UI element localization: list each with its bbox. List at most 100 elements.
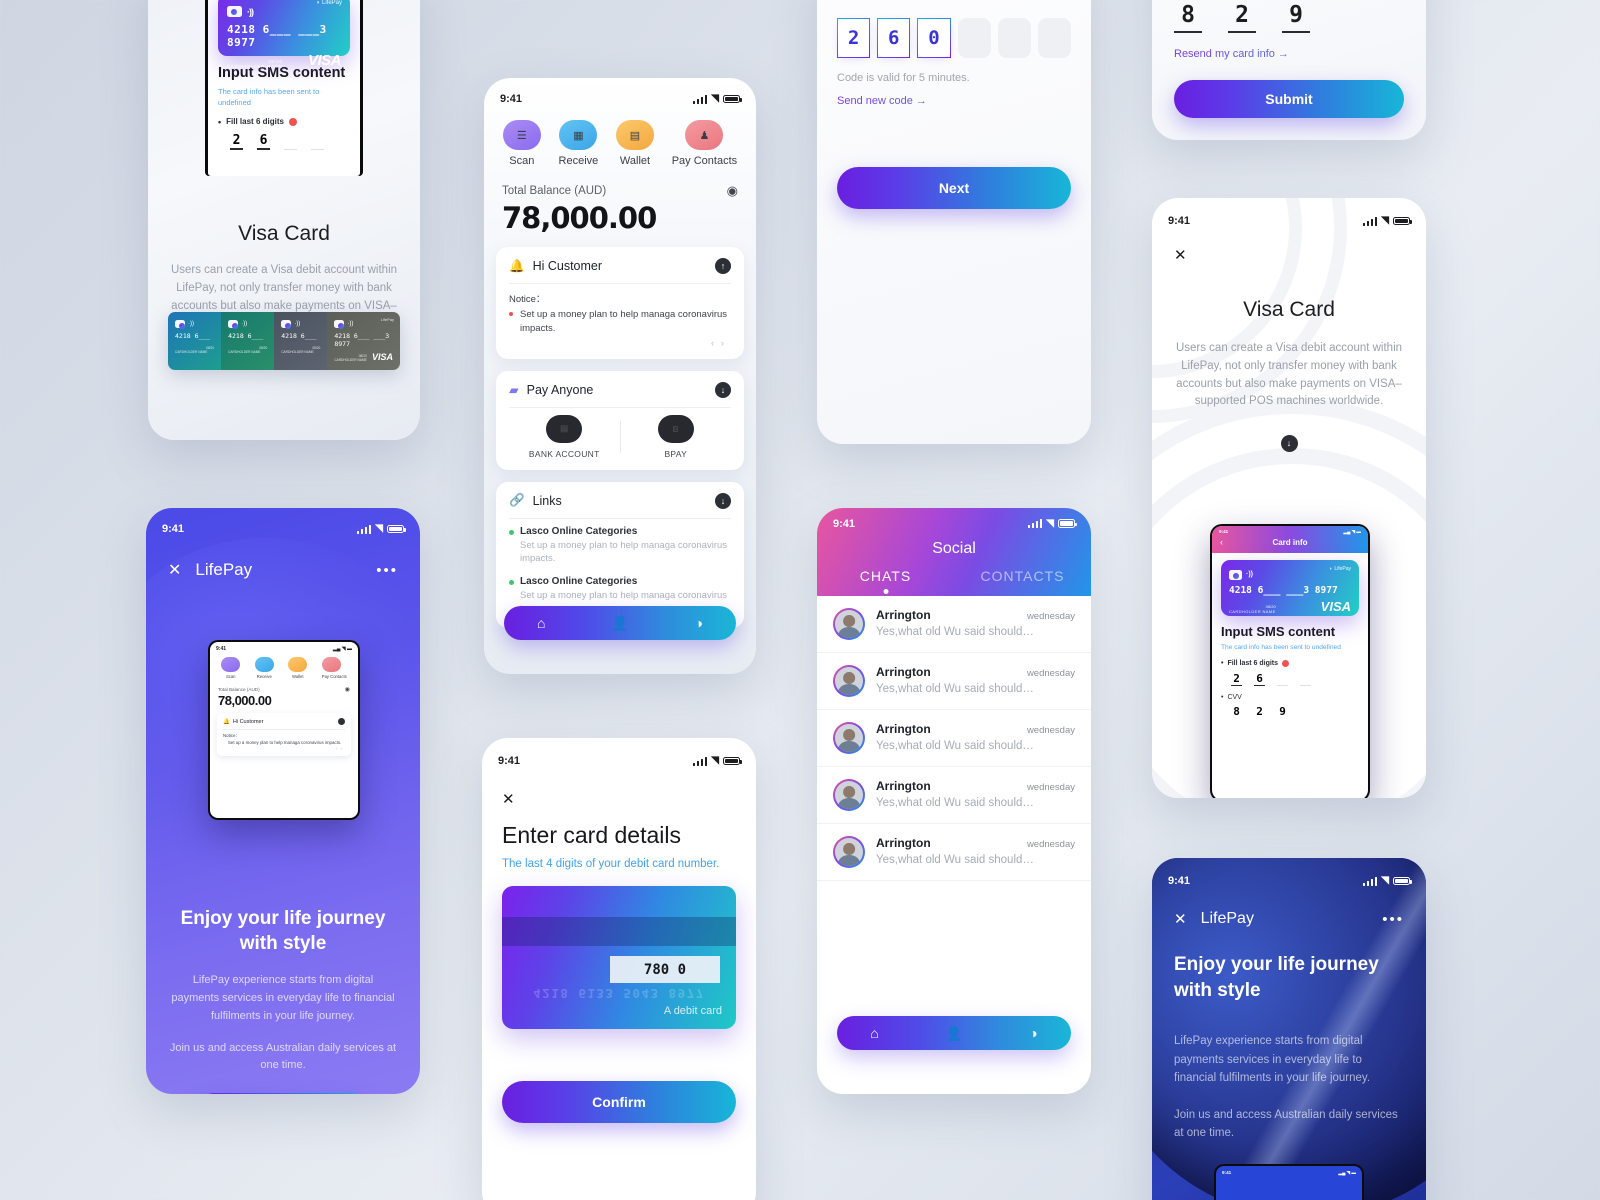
status-bar: 9:41 ◥ bbox=[817, 508, 1091, 530]
chat-time: wednesday bbox=[1026, 839, 1075, 850]
digit-input[interactable]: 6 bbox=[1254, 672, 1265, 686]
cvv-digits[interactable]: 8 2 9 bbox=[1174, 2, 1404, 33]
link-item-title[interactable]: Lasco Online Categories bbox=[509, 526, 731, 537]
pay-contacts-icon: ♟ bbox=[685, 120, 724, 150]
code-digit[interactable] bbox=[997, 18, 1031, 58]
fill-digits-label: • Fill last 6 digits bbox=[1221, 659, 1359, 667]
pay-option-bpay[interactable]: B BPAY bbox=[621, 414, 732, 459]
card-details-heading: Enter card details bbox=[502, 822, 681, 848]
app-store-button[interactable]: App Store bbox=[196, 1093, 370, 1094]
onboarding-heading: Enjoy your life journey with style bbox=[180, 908, 386, 955]
confirm-button[interactable]: Confirm bbox=[502, 1081, 736, 1123]
quick-action-pay-contacts[interactable]: ♟ Pay Contacts bbox=[672, 120, 737, 167]
battery-icon bbox=[1393, 216, 1412, 226]
more-options-icon[interactable]: ••• bbox=[376, 562, 398, 579]
expand-icon[interactable]: ↓ bbox=[715, 381, 731, 398]
cvv-digit[interactable]: 8 bbox=[1231, 705, 1242, 718]
wifi-icon: ◥ bbox=[1381, 875, 1389, 886]
visa-card-graphic: ◗ LifePay ·)) 4218 6___ ___3 8977 08/20 C… bbox=[1221, 560, 1359, 616]
chat-list-item[interactable]: Arrington wednesday Yes,what old Wu said s… bbox=[817, 710, 1091, 767]
close-icon[interactable]: ✕ bbox=[168, 560, 181, 580]
digit-input[interactable]: 6 bbox=[257, 133, 270, 150]
quick-action-wallet[interactable]: ▤ Wallet bbox=[616, 120, 654, 167]
battery-icon bbox=[1393, 876, 1412, 886]
notice-greeting: Hi Customer bbox=[532, 259, 603, 273]
digit-inputs[interactable]: 2 6 bbox=[230, 133, 350, 150]
app-name: LifePay bbox=[1200, 910, 1254, 927]
chat-list-item[interactable]: Arrington wednesday Yes,what old Wu said s… bbox=[817, 767, 1091, 824]
scan-tab-icon[interactable]: ◑ bbox=[1029, 1025, 1037, 1041]
digit-input[interactable]: 2 bbox=[230, 133, 243, 150]
resend-card-info-link[interactable]: Resend my card info → bbox=[1174, 48, 1404, 60]
cvv-digit[interactable]: 9 bbox=[1277, 705, 1288, 718]
bank-account-icon: ▤ bbox=[546, 414, 583, 443]
balance-value: 78,000.00 bbox=[218, 693, 272, 708]
expand-icon[interactable]: ↓ bbox=[715, 492, 731, 509]
code-digit[interactable] bbox=[957, 18, 991, 58]
profile-icon[interactable]: 👤 bbox=[611, 615, 628, 632]
scroll-down-icon[interactable]: ↓ bbox=[1280, 434, 1298, 452]
status-bar: 9:41 ◥ bbox=[146, 518, 420, 540]
card-variant: ·)) 4218 6___ 08/20 CARDHOLDER NAME bbox=[274, 312, 328, 370]
code-digit[interactable] bbox=[1037, 18, 1071, 58]
card-number: 4218 6___ ___3 8977 bbox=[1229, 584, 1338, 596]
social-screen-panel: 9:41 ◥ Social CHATS CONTACTS Arrington we… bbox=[817, 508, 1091, 1094]
collapse-icon[interactable]: ↑ bbox=[715, 258, 731, 274]
visa-logo: VISA bbox=[307, 52, 342, 69]
status-bar: 9:41 ◥ bbox=[1152, 210, 1426, 232]
tab-contacts[interactable]: CONTACTS bbox=[954, 568, 1091, 584]
tab-chats[interactable]: CHATS bbox=[817, 568, 954, 594]
close-icon[interactable]: ✕ bbox=[1152, 232, 1426, 264]
close-icon[interactable]: ✕ bbox=[1174, 910, 1187, 928]
back-icon[interactable]: ‹ bbox=[1220, 537, 1223, 547]
bottom-tab-bar[interactable]: ⌂ 👤 ◑ bbox=[504, 606, 736, 640]
notice-pager[interactable]: ‹› bbox=[509, 338, 731, 348]
app-name: LifePay bbox=[195, 560, 253, 579]
cvv-digit[interactable]: 2 bbox=[1228, 2, 1256, 33]
debit-card-graphic: 780 0 4218 6133 5043 8977 A debit card bbox=[502, 886, 736, 1029]
code-digit[interactable]: 6 bbox=[877, 18, 911, 58]
pay-option-bank-account[interactable]: ▤ BANK ACCOUNT bbox=[509, 414, 620, 459]
preview-phone-mockup: 9:41 ▂▄ ◥ ▬ bbox=[1214, 1164, 1364, 1200]
cvv-digit[interactable]: 2 bbox=[1254, 705, 1265, 718]
chat-message: Yes,what old Wu said should… bbox=[876, 797, 1034, 809]
more-options-icon[interactable]: ••• bbox=[1382, 911, 1404, 928]
cvv-inputs[interactable]: 8 2 9 bbox=[1231, 705, 1359, 718]
chat-list-item[interactable]: Arrington wednesday Yes,what old Wu said s… bbox=[817, 653, 1091, 710]
onboarding-paragraph-1: LifePay experience starts from digital p… bbox=[1174, 1035, 1371, 1085]
submit-button[interactable]: Submit bbox=[1174, 80, 1404, 118]
pay-anyone-card: ▰ Pay Anyone ↓ ▤ BANK ACCOUNT B BPAY bbox=[496, 370, 744, 470]
next-button[interactable]: Next bbox=[837, 167, 1071, 209]
scan-tab-icon[interactable]: ◑ bbox=[695, 615, 703, 631]
quick-action-receive[interactable]: ▦ Receive bbox=[559, 120, 598, 167]
home-icon[interactable]: ⌂ bbox=[870, 1025, 878, 1041]
chat-list: Arrington wednesday Yes,what old Wu said s… bbox=[817, 596, 1091, 881]
quick-action-scan[interactable]: ☰ Scan bbox=[502, 120, 541, 167]
digit-inputs[interactable]: 2 6 bbox=[1231, 672, 1359, 686]
profile-icon[interactable]: 👤 bbox=[945, 1025, 962, 1042]
bell-icon: 🔔 bbox=[509, 258, 525, 273]
cellular-icon bbox=[1362, 216, 1378, 226]
code-input-group[interactable]: 2 6 0 bbox=[837, 18, 1071, 58]
lifepay-brand-mark: ◗ LifePay bbox=[316, 0, 342, 6]
card-details-hint: The last 4 digits of your debit card num… bbox=[502, 858, 720, 870]
chat-list-item[interactable]: Arrington wednesday Yes,what old Wu said s… bbox=[817, 596, 1091, 653]
card-variant: ·)) 4218 6___ 08/20 CARDHOLDER NAME bbox=[221, 312, 275, 370]
cvv-digit[interactable]: 9 bbox=[1282, 2, 1310, 33]
close-icon[interactable]: ✕ bbox=[502, 790, 736, 808]
send-new-code-link[interactable]: Send new code → bbox=[837, 95, 1071, 107]
code-digit[interactable]: 2 bbox=[837, 18, 871, 58]
card-number-input[interactable]: 780 0 bbox=[610, 956, 720, 984]
link-item-title[interactable]: Lasco Online Categories bbox=[509, 576, 731, 587]
avatar bbox=[833, 665, 865, 697]
home-icon[interactable]: ⌂ bbox=[537, 615, 545, 631]
chat-name: Arrington bbox=[876, 608, 931, 622]
chat-message: Yes,what old Wu said should… bbox=[876, 683, 1034, 695]
digit-input[interactable]: 2 bbox=[1231, 672, 1242, 686]
eye-toggle-icon[interactable]: ◉ bbox=[727, 183, 738, 199]
bottom-tab-bar[interactable]: ⌂ 👤 ◑ bbox=[837, 1016, 1071, 1050]
cvv-digit[interactable]: 8 bbox=[1174, 2, 1202, 33]
chat-list-item[interactable]: Arrington wednesday Yes,what old Wu said s… bbox=[817, 824, 1091, 881]
code-digit[interactable]: 0 bbox=[917, 18, 951, 58]
onboarding-dark-panel: 9:41 ◥ ✕ LifePay ••• Enjoy your life jou… bbox=[1152, 858, 1426, 1200]
